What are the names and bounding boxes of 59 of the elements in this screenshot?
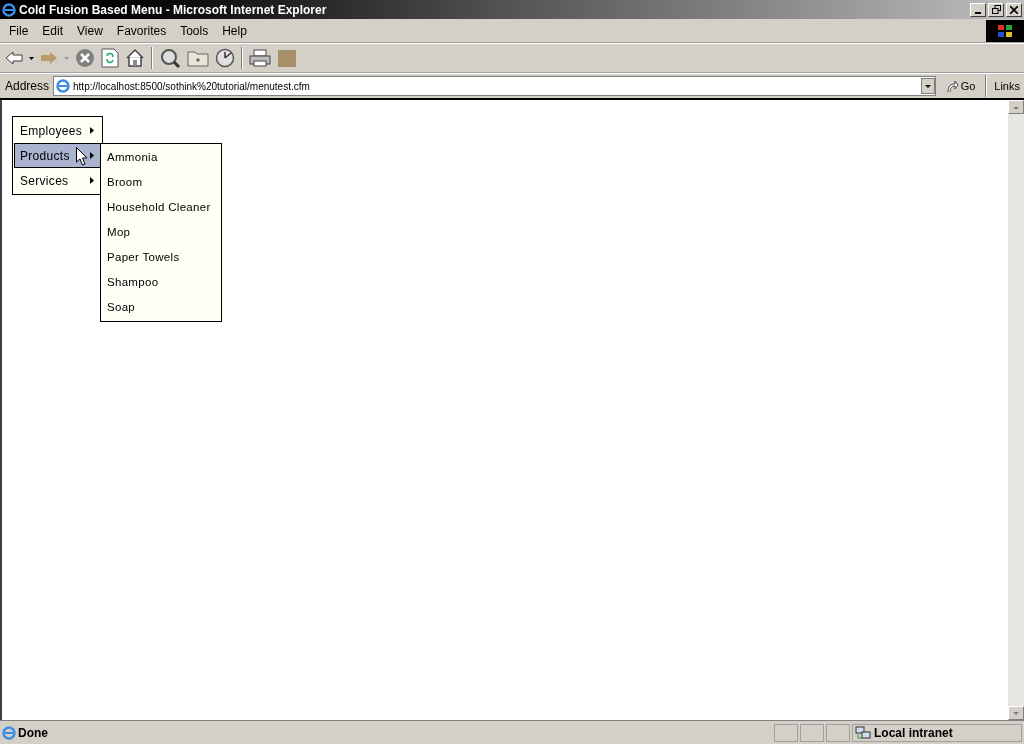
submenu-item[interactable]: Ammonia	[101, 145, 221, 170]
arrow-icon	[90, 152, 94, 159]
url-text: http://localhost:8500/sothink%20tutorial/menutest.cfm	[73, 79, 310, 94]
submenu-item[interactable]: Household Cleaner	[101, 195, 221, 220]
arrow-icon	[90, 127, 94, 134]
page-icon	[56, 79, 71, 93]
back-arrow-icon[interactable]	[5, 51, 23, 65]
submenu-item[interactable]: Soap	[101, 295, 221, 320]
close-button[interactable]	[1006, 2, 1022, 17]
menu-item[interactable]: Products	[14, 143, 101, 168]
up-arrow-icon	[1013, 105, 1019, 109]
links-button[interactable]: Links	[991, 77, 1024, 95]
go-button[interactable]: Go	[939, 77, 982, 95]
printer-icon[interactable]	[249, 49, 271, 67]
clock-icon[interactable]	[215, 48, 235, 68]
status-bar-pane	[800, 723, 824, 742]
menu-bar-item[interactable]: Tools	[173, 21, 216, 40]
browser-icon	[2, 2, 16, 17]
minimize-icon	[975, 11, 981, 14]
status-text: Done	[18, 724, 49, 742]
mouse-pointer-icon	[76, 147, 88, 166]
restore-icon	[991, 5, 1001, 14]
windows-logo-icon	[986, 19, 1024, 42]
status-bar-pane	[774, 723, 798, 742]
dropdown-caret-icon[interactable]	[29, 56, 34, 60]
address-label: Address	[5, 78, 50, 95]
refresh-icon[interactable]	[101, 48, 119, 68]
dropdown-caret-icon	[64, 56, 69, 60]
zone-text: Local intranet	[874, 724, 953, 742]
submenu-item[interactable]: Shampoo	[101, 270, 221, 295]
caret-icon	[924, 84, 931, 88]
page-icon	[2, 725, 16, 740]
close-icon	[1010, 5, 1018, 14]
down-arrow-icon	[1013, 711, 1019, 715]
menu-bar-item[interactable]: Favorites	[109, 21, 174, 40]
menu-bar-item[interactable]: File	[2, 21, 36, 40]
restore-button[interactable]	[988, 2, 1004, 17]
submenu-item[interactable]: Paper Towels	[101, 245, 221, 270]
network-icon	[855, 725, 871, 740]
home-icon[interactable]	[125, 48, 145, 68]
menu-bar-item[interactable]: Edit	[35, 21, 71, 40]
dropdown-button[interactable]	[920, 78, 935, 94]
forward-arrow-icon	[40, 51, 58, 65]
stop-icon[interactable]	[75, 48, 95, 68]
status-bar-pane	[826, 723, 850, 742]
folder-icon[interactable]	[187, 49, 209, 67]
submenu-item[interactable]: Mop	[101, 220, 221, 245]
minimize-button[interactable]	[970, 2, 986, 17]
window-title: Cold Fusion Based Menu - Microsoft Internet Explorer	[19, 1, 327, 19]
menu-bar-item[interactable]: Help	[215, 21, 254, 40]
arrow-icon	[945, 79, 959, 93]
menu-item[interactable]: Employees	[14, 118, 101, 143]
vertical-scrollbar[interactable]	[1008, 100, 1024, 720]
submenu-item[interactable]: Broom	[101, 170, 221, 195]
address-field[interactable]: http://localhost:8500/sothink%20tutorial/menutest.cfm	[53, 76, 936, 96]
arrow-icon	[90, 177, 94, 184]
menu-item[interactable]: Services	[14, 168, 101, 193]
menu-bar-item[interactable]: View	[70, 21, 110, 40]
search-icon[interactable]	[159, 48, 181, 68]
